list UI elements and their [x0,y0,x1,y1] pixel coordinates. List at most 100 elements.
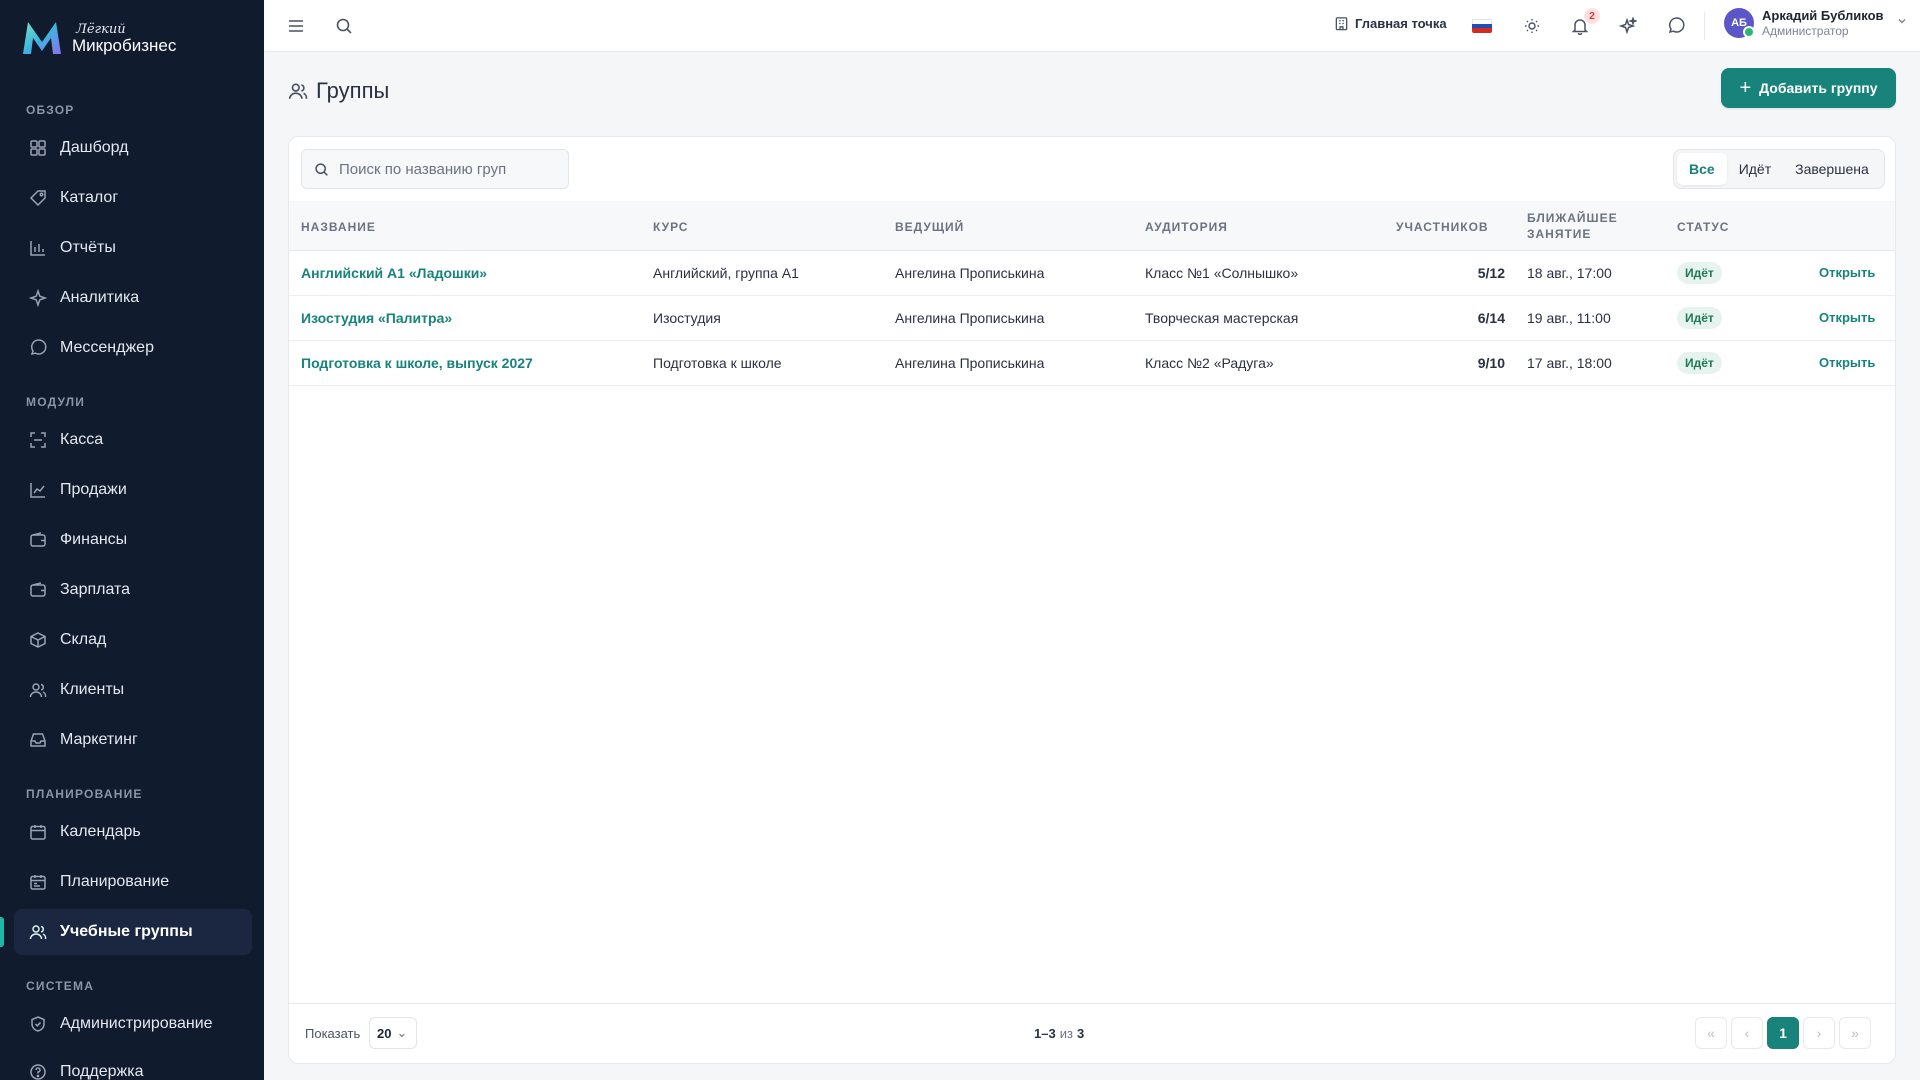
sidebar-item-label: Учебные группы [60,923,193,940]
sidebar-item-reports[interactable]: Отчёты [14,225,252,271]
ai-sparkle-icon[interactable] [1616,14,1640,38]
sidebar-item-label: Маркетинг [60,731,138,748]
logo-icon [23,22,61,54]
page-size-label: Показать [305,1026,361,1041]
sidebar-item-label: Дашборд [60,139,129,156]
filter-ongoing[interactable]: Идёт [1727,153,1783,185]
sidebar-item-dashboard[interactable]: Дашборд [14,125,252,171]
range-total: 3 [1076,1026,1085,1041]
group-members: 9/10 [1477,355,1505,371]
group-course: Подготовка к школе [653,355,782,371]
sidebar-item-finance[interactable]: Финансы [14,517,252,563]
group-course: Изостудия [653,310,721,326]
notifications-badge: 2 [1584,8,1600,24]
menu-icon[interactable] [284,14,308,38]
next-page-button[interactable]: › [1803,1017,1835,1049]
col-status[interactable]: СТАТУС [1677,219,1729,235]
sidebar-item-label: Планирование [60,873,170,890]
open-group-link[interactable]: Открыть [1819,355,1875,370]
tag-icon [28,188,48,208]
sidebar-item-calendar[interactable]: Календарь [14,809,252,855]
range-of: из [1059,1026,1073,1041]
sidebar-item-sales[interactable]: Продажи [14,467,252,513]
sidebar-item-marketing[interactable]: Маркетинг [14,717,252,763]
table-row[interactable]: Изостудия «Палитра» Изостудия Ангелина П… [289,296,1895,341]
sidebar-item-label: Зарплата [60,581,131,598]
last-page-button[interactable]: » [1839,1017,1871,1049]
sidebar-item-cashbox[interactable]: Касса [14,417,252,463]
page-size-value: 20 [377,1025,392,1041]
open-group-link[interactable]: Открыть [1819,310,1875,325]
sidebar-item-label: Каталог [60,189,119,206]
section-modules: МОДУЛИ [26,395,86,409]
col-room[interactable]: АУДИТОРИЯ [1145,219,1228,235]
user-menu[interactable]: АБ Аркадий Бубликов Администратор [1724,8,1908,38]
sidebar-item-label: Аналитика [60,289,140,306]
sidebar-item-support[interactable]: Поддержка [14,1049,252,1080]
sidebar-item-clients[interactable]: Клиенты [14,667,252,713]
search-input[interactable] [339,160,559,178]
calendar-icon [28,872,48,892]
brand-logo[interactable]: Лёгкий Микробизнес [20,18,176,58]
sidebar-item-salary[interactable]: Зарплата [14,567,252,613]
dashboard-icon [28,138,48,158]
col-next-session[interactable]: БЛИЖАЙШЕЕ ЗАНЯТИЕ [1527,210,1618,242]
prev-page-button[interactable]: ‹ [1731,1017,1763,1049]
open-group-link[interactable]: Открыть [1819,265,1875,280]
building-icon [1335,17,1348,31]
col-course[interactable]: КУРС [653,219,688,235]
messages-icon[interactable] [1664,14,1688,38]
sidebar-item-planning[interactable]: Планирование [14,859,252,905]
user-name: Аркадий Бубликов [1762,8,1884,23]
sidebar-item-administration[interactable]: Администрирование [14,1001,252,1047]
group-members: 5/12 [1477,265,1505,281]
theme-toggle-icon[interactable] [1520,14,1544,38]
language-flag-icon[interactable] [1472,19,1492,33]
col-members[interactable]: УЧАСТНИКОВ [1396,219,1489,235]
page-size-select[interactable]: 20 ⌄ [369,1017,417,1049]
status-badge: Идёт [1677,262,1722,284]
sidebar-item-catalog[interactable]: Каталог [14,175,252,221]
brand-line2: Микробизнес [72,35,177,55]
sidebar-item-label: Отчёты [60,239,116,256]
sidebar-item-analytics[interactable]: Аналитика [14,275,252,321]
search-icon[interactable] [332,14,356,38]
group-name-link[interactable]: Изостудия «Палитра» [301,310,452,326]
group-name-link[interactable]: Английский А1 «Ладошки» [301,265,487,281]
sidebar-item-label: Финансы [60,531,128,548]
first-page-button[interactable]: « [1695,1017,1727,1049]
sidebar-item-study-groups[interactable]: Учебные группы [0,909,252,955]
sidebar-item-label: Клиенты [60,681,125,698]
notifications-icon[interactable]: 2 [1568,8,1600,38]
section-overview: ОБЗОР [26,103,75,117]
add-group-label: Добавить группу [1759,80,1878,96]
col-name[interactable]: НАЗВАНИЕ [301,219,376,235]
sidebar-item-messenger[interactable]: Мессенджер [14,325,252,371]
filter-all[interactable]: Все [1677,153,1727,185]
page-title: Группы [288,78,389,104]
sidebar-item-label: Продажи [60,481,127,498]
chevron-down-icon: ⌄ [396,1025,408,1040]
table-row[interactable]: Английский А1 «Ладошки» Английский, груп… [289,251,1895,296]
inbox-icon [28,730,48,750]
sidebar-item-warehouse[interactable]: Склад [14,617,252,663]
branch-selector[interactable]: Главная точка [1334,16,1447,31]
wallet-icon [28,530,48,550]
plus-icon: + [1739,77,1752,99]
users-icon [28,922,48,942]
col-next-line2: ЗАНЯТИЕ [1527,227,1592,241]
col-host[interactable]: ВЕДУЩИЙ [895,219,964,235]
add-group-button[interactable]: + Добавить группу [1721,68,1896,108]
calendar-icon [28,822,48,842]
group-name-link[interactable]: Подготовка к школе, выпуск 2027 [301,355,533,371]
branch-name: Главная точка [1355,16,1447,31]
table-row[interactable]: Подготовка к школе, выпуск 2027 Подготов… [289,341,1895,386]
sidebar-item-label: Касса [60,431,104,448]
table-header: НАЗВАНИЕ КУРС ВЕДУЩИЙ АУДИТОРИЯ УЧАСТНИК… [289,201,1895,251]
sidebar-item-label: Склад [60,631,107,648]
group-members: 6/14 [1477,310,1505,326]
page-button-1[interactable]: 1 [1767,1017,1799,1049]
group-host: Ангелина Прописькина [895,355,1045,371]
filter-finished[interactable]: Завершена [1783,153,1881,185]
chat-icon [28,338,48,358]
